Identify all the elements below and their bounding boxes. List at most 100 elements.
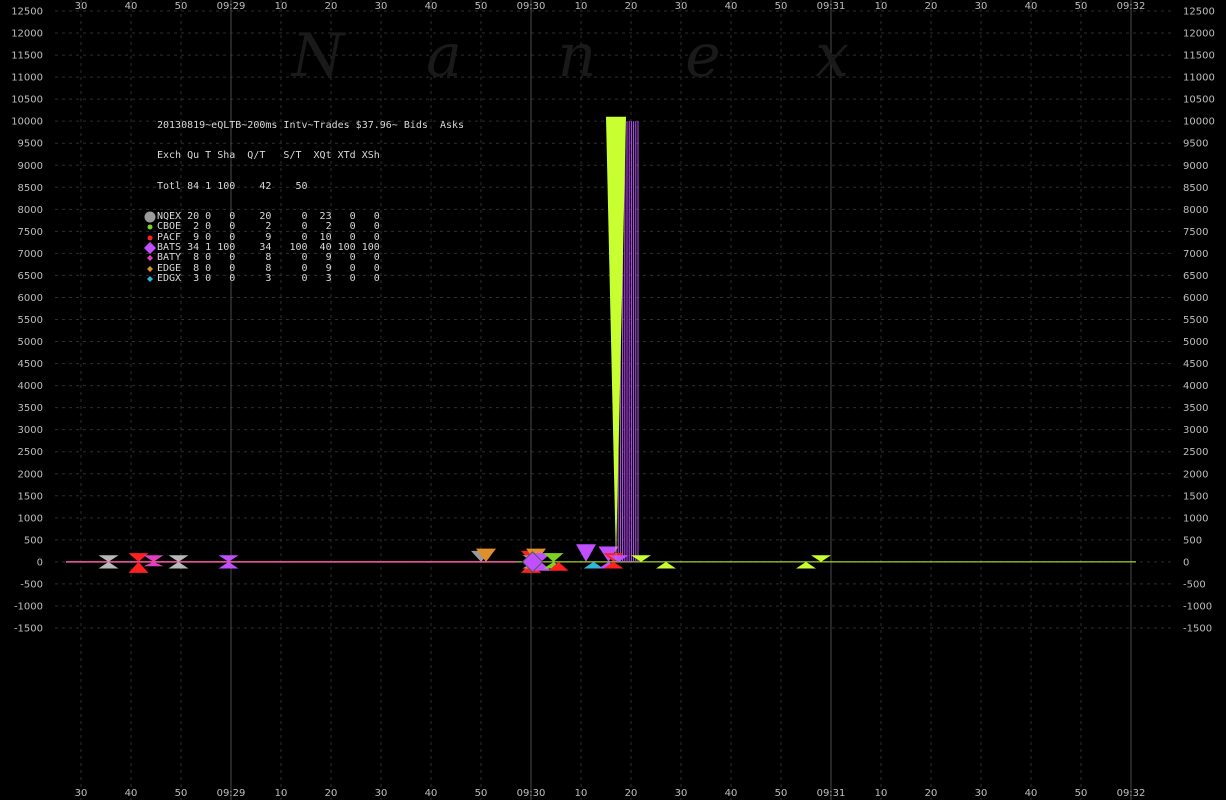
watermark-letter: x [815, 21, 849, 91]
x-tick-label: 09:29 [217, 788, 246, 799]
bid-marker [143, 555, 164, 562]
x-tick-label: 40 [425, 788, 438, 799]
y-tick-label: 3000 [18, 425, 43, 436]
ask-marker [168, 561, 189, 569]
y-tick-label: -1000 [1183, 601, 1212, 612]
x-tick-label: 20 [925, 788, 938, 799]
y-tick-label: 4000 [18, 381, 43, 392]
y-tick-label: 1000 [1183, 513, 1208, 524]
y-axis-left-labels: 1250012000115001100010500100009500900085… [11, 7, 43, 635]
y-tick-label: 9000 [1183, 161, 1208, 172]
bid-marker [168, 555, 189, 562]
x-axis-top-labels: 30 40 50 09:29 10 20 30 40 50 09:30 10 20 30 40 50 09:3… [75, 1, 1146, 12]
x-tick-label: 50 [475, 1, 488, 12]
y-tick-label: 5500 [18, 315, 43, 326]
x-tick-label: 40 [125, 1, 138, 12]
y-tick-label: 6500 [1183, 271, 1208, 282]
y-tick-label: 6000 [18, 293, 43, 304]
x-tick-label: 30 [375, 788, 388, 799]
x-tick-label: 09:31 [817, 1, 846, 12]
y-tick-label: 1000 [18, 513, 43, 524]
y-tick-label: -500 [1183, 579, 1206, 590]
y-tick-label: 8500 [18, 183, 43, 194]
bid-marker [98, 555, 119, 562]
x-tick-label: 50 [775, 788, 788, 799]
y-tick-label: 1500 [18, 491, 43, 502]
watermark-letter: n [558, 21, 597, 91]
watermark-letter: a [426, 21, 462, 91]
x-tick-label: 30 [975, 788, 988, 799]
y-tick-label: -500 [20, 579, 43, 590]
y-tick-label: 3500 [18, 403, 43, 414]
y-tick-label: 11500 [11, 51, 43, 62]
y-tick-label: 8500 [1183, 183, 1208, 194]
x-tick-label: 10 [275, 1, 288, 12]
y-tick-label: 9000 [18, 161, 43, 172]
x-tick-label: 09:31 [817, 788, 846, 799]
y-tick-label: 12000 [1183, 29, 1215, 40]
x-tick-label: 30 [375, 1, 388, 12]
y-tick-label: 2000 [18, 469, 43, 480]
y-tick-label: 6000 [1183, 293, 1208, 304]
x-tick-label: 30 [75, 788, 88, 799]
y-tick-label: 11000 [1183, 73, 1215, 84]
x-tick-label: 10 [575, 788, 588, 799]
x-tick-label: 10 [575, 1, 588, 12]
legend-total-row: Totl 84 1 100 42 50 [157, 180, 308, 192]
x-tick-label: 30 [975, 1, 988, 12]
legend-title: 20130819~eQLTB~200ms Intv~Trades $37.96~… [157, 120, 465, 132]
ask-marker [218, 561, 239, 569]
x-tick-label: 10 [875, 788, 888, 799]
y-tick-label: 10500 [11, 95, 43, 106]
legend-header: Exch Qu T Sha Q/T S/T XQt XTd XSh [157, 150, 380, 162]
ask-marker [796, 561, 816, 569]
watermark-letter: N [290, 21, 347, 91]
x-tick-label: 50 [175, 788, 188, 799]
bid-marker [576, 544, 596, 562]
x-tick-label: 20 [625, 788, 638, 799]
x-tick-label: 50 [1075, 788, 1088, 799]
legend-row-baty: BATY 8 0 0 8 0 9 0 0 [143, 253, 464, 263]
y-tick-label: 3500 [1183, 403, 1208, 414]
y-tick-label: 7000 [1183, 249, 1208, 260]
x-tick-label: 30 [75, 1, 88, 12]
y-tick-label: -1000 [14, 601, 43, 612]
x-tick-label: 20 [325, 1, 338, 12]
legend-row-cboe: CBOE 2 0 0 2 0 2 0 0 [143, 222, 464, 232]
x-tick-label: 30 [675, 788, 688, 799]
x-tick-label: 30 [675, 1, 688, 12]
y-tick-label: 2500 [18, 447, 43, 458]
y-tick-label: 10000 [11, 117, 43, 128]
y-tick-label: 0 [1183, 557, 1189, 568]
x-tick-label: 50 [775, 1, 788, 12]
x-tick-label: 10 [875, 1, 888, 12]
x-tick-label: 09:32 [1117, 1, 1146, 12]
x-tick-label: 09:30 [517, 788, 546, 799]
y-axis-right-labels: 1250012000115001100010500100009500900085… [1183, 7, 1215, 635]
y-tick-label: 11500 [1183, 51, 1215, 62]
y-tick-label: 5500 [1183, 315, 1208, 326]
y-tick-label: 4500 [1183, 359, 1208, 370]
y-tick-label: 9500 [18, 139, 43, 150]
y-tick-label: 2500 [1183, 447, 1208, 458]
ask-marker [656, 561, 676, 569]
y-tick-label: 10000 [1183, 117, 1215, 128]
y-tick-label: 7500 [18, 227, 43, 238]
y-tick-label: 6500 [18, 271, 43, 282]
ask-marker [98, 561, 119, 569]
x-tick-label: 40 [725, 1, 738, 12]
x-tick-label: 50 [475, 788, 488, 799]
x-tick-label: 09:32 [1117, 788, 1146, 799]
x-tick-label: 20 [925, 1, 938, 12]
bid-marker [543, 553, 564, 562]
y-tick-label: 9500 [1183, 139, 1208, 150]
x-tick-label: 10 [275, 788, 288, 799]
y-tick-label: -1500 [14, 624, 43, 635]
y-tick-label: 10500 [1183, 95, 1215, 106]
y-tick-label: 12500 [1183, 7, 1215, 18]
y-tick-label: 5000 [1183, 337, 1208, 348]
y-tick-label: -1500 [1183, 624, 1212, 635]
x-axis-bottom-labels: 30 40 50 09:29 10 20 30 40 50 09:30 10 20 30 40 50 09:3… [75, 788, 1146, 799]
y-tick-label: 0 [37, 557, 43, 568]
y-tick-label: 8000 [1183, 205, 1208, 216]
